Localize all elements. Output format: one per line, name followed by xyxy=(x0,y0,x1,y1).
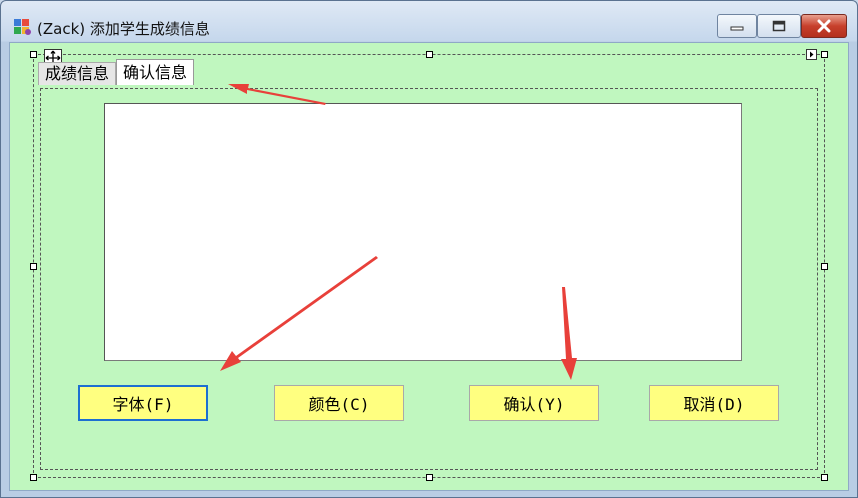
resize-handle[interactable] xyxy=(30,474,37,481)
app-icon xyxy=(14,19,31,35)
confirm-button[interactable]: 确认(Y) xyxy=(469,385,599,421)
close-icon xyxy=(817,19,831,33)
resize-handle[interactable] xyxy=(821,263,828,270)
tab-strip: 成绩信息 确认信息 xyxy=(38,59,195,86)
resize-handle[interactable] xyxy=(426,51,433,58)
resize-handle[interactable] xyxy=(821,474,828,481)
resize-handle[interactable] xyxy=(30,263,37,270)
close-button[interactable] xyxy=(801,14,847,38)
title-bar[interactable]: (Zack) 添加学生成绩信息 xyxy=(1,1,857,41)
resize-handle[interactable] xyxy=(426,474,433,481)
rich-text-box[interactable] xyxy=(104,103,742,361)
tab-confirm-info[interactable]: 确认信息 xyxy=(116,59,195,85)
maximize-button[interactable] xyxy=(757,14,801,38)
resize-handle[interactable] xyxy=(30,51,37,58)
minimize-button[interactable] xyxy=(717,14,757,38)
smart-tag-icon[interactable] xyxy=(806,49,817,60)
resize-handle[interactable] xyxy=(821,51,828,58)
tab-grade-info[interactable]: 成绩信息 xyxy=(38,62,117,85)
minimize-icon xyxy=(730,26,744,31)
cancel-button[interactable]: 取消(D) xyxy=(649,385,779,421)
font-button[interactable]: 字体(F) xyxy=(78,385,208,421)
color-button[interactable]: 颜色(C) xyxy=(274,385,404,421)
window-title: (Zack) 添加学生成绩信息 xyxy=(37,20,210,38)
maximize-icon xyxy=(772,20,786,32)
